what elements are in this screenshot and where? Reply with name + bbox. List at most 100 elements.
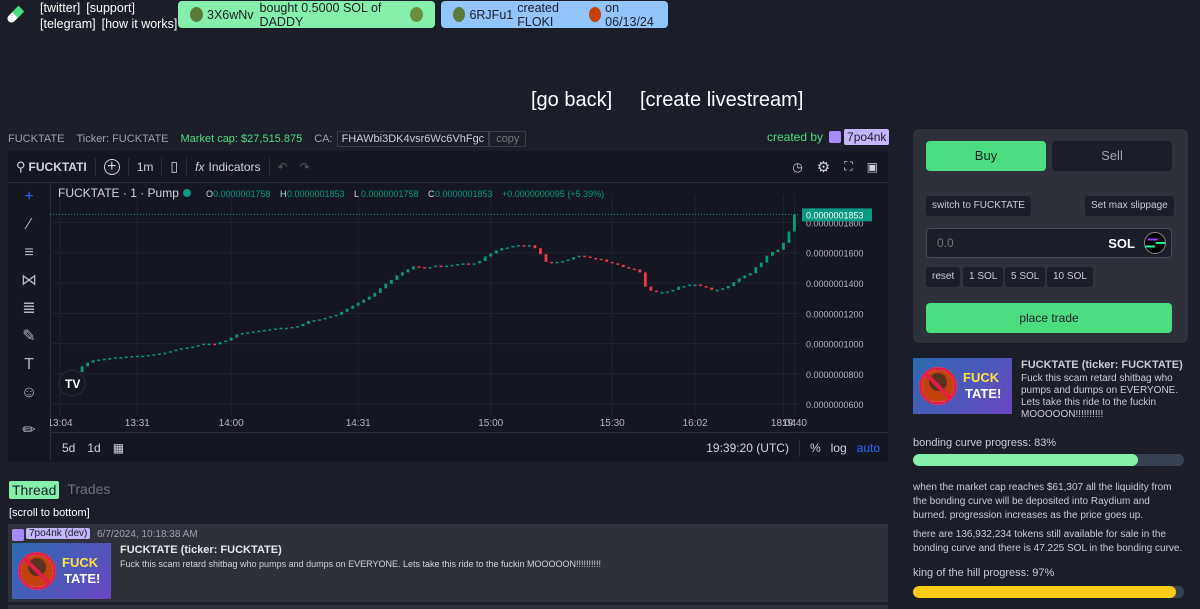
bonding-note-1: when the market cap reaches $61,307 all … [913, 482, 1172, 521]
place-trade-button[interactable]: place trade [926, 303, 1172, 333]
undo-icon[interactable]: ↶ [278, 160, 288, 174]
candle [671, 289, 675, 292]
candle [378, 288, 382, 293]
emoji-icon[interactable]: ☺ [8, 379, 50, 407]
symbol-search-icon[interactable]: ⚲ [16, 159, 26, 175]
post-user[interactable]: 7po4nk (dev) [26, 528, 91, 539]
chart-area[interactable]: 0.00000018000.00000016000.00000014000.00… [50, 183, 888, 432]
banner-user: 6RJFu1 [469, 7, 514, 22]
buy-activity-banner[interactable]: 3X6wNv bought 0.5000 SOL of DADDY [178, 0, 435, 29]
fib-icon[interactable]: ≡ [8, 239, 50, 267]
candle [544, 254, 548, 262]
camera-icon[interactable]: ▣ [867, 160, 878, 174]
how-it-works-link[interactable]: [how it works] [102, 17, 178, 31]
candle [102, 358, 106, 361]
scroll-to-bottom-link[interactable]: [scroll to bottom] [9, 507, 90, 519]
koth-bar [913, 586, 1184, 598]
preset-5-sol-button[interactable]: 5 SOL [1005, 267, 1046, 287]
candle [323, 317, 327, 320]
brush-icon[interactable]: ✎ [8, 323, 50, 351]
preset-1-sol-button[interactable]: 1 SOL [963, 267, 1004, 287]
amount-input[interactable] [935, 235, 1089, 251]
ruler-icon[interactable]: ✏ [8, 417, 50, 445]
amount-input-box[interactable]: SOL [926, 228, 1172, 258]
text-icon[interactable]: T [8, 351, 50, 379]
interval-button[interactable]: 1m [137, 160, 154, 174]
market-cap: Market cap: $27,515.875 [180, 133, 303, 145]
candle [682, 286, 686, 288]
y-tick-label: 0.0000001000 [806, 340, 864, 350]
projection-icon[interactable]: ≣ [8, 295, 50, 323]
crosshair-icon[interactable]: + [8, 183, 50, 211]
candle [511, 245, 515, 248]
candle [213, 343, 217, 346]
contract-address[interactable]: FHAWbi3DK4vsr6Wc6VhFgc [336, 131, 490, 147]
y-tick-label: 0.0000000600 [806, 400, 864, 410]
candle [97, 359, 101, 362]
redo-icon[interactable]: ↷ [300, 160, 310, 174]
pattern-icon[interactable]: ⋈ [8, 267, 50, 295]
copy-button[interactable]: copy [489, 131, 527, 147]
thread-post: 7po4nk (dev) 6/7/2024, 10:18:38 AM FUCK … [8, 524, 888, 602]
candle [345, 308, 349, 312]
max-slippage-button[interactable]: Set max slippage [1085, 196, 1174, 216]
chart-time: 19:39:20 (UTC) [706, 441, 789, 455]
banner-text: bought 0.5000 SOL of DADDY [259, 0, 382, 29]
add-symbol-icon[interactable]: + [103, 158, 120, 175]
percent-scale-button[interactable]: % [810, 441, 821, 455]
telegram-link[interactable]: [telegram] [40, 17, 96, 31]
tab-thread[interactable]: Thread [9, 481, 60, 499]
candle [434, 265, 437, 268]
candle [472, 263, 476, 265]
range-1d-button[interactable]: 1d [87, 441, 100, 455]
candle [296, 326, 299, 328]
y-tick-label: 0.0000001200 [806, 309, 864, 319]
pump-logo-icon[interactable] [4, 4, 26, 26]
x-tick-label: 15:30 [600, 418, 625, 429]
twitter-link[interactable]: [twitter] [40, 1, 80, 15]
thread-tabs: Thread Trades [9, 481, 110, 499]
settings-gear-icon[interactable]: ⚙ [817, 158, 830, 176]
candles-icon[interactable]: ▯ [170, 158, 178, 175]
ohlc-key: L [354, 189, 359, 199]
candle [412, 266, 415, 270]
candle [262, 329, 266, 332]
alert-icon[interactable]: ◷ [792, 160, 802, 174]
candle [528, 245, 531, 247]
candle [632, 268, 636, 271]
tab-trades[interactable]: Trades [67, 481, 110, 499]
candle [174, 349, 178, 352]
create-livestream-link[interactable]: [create livestream] [640, 89, 803, 112]
go-back-link[interactable]: [go back] [531, 89, 612, 112]
price-chart[interactable]: ⚲ FUCKTATI + 1m ▯ fx Indicators ↶ ↷ ◷ ⚙ … [8, 151, 888, 462]
preset-10-sol-button[interactable]: 10 SOL [1047, 267, 1093, 287]
date-range-icon[interactable]: ▦ [113, 441, 124, 455]
chart-symbol[interactable]: FUCKTATI [29, 160, 87, 174]
candle [688, 284, 691, 287]
candle [666, 291, 669, 293]
indicators-button[interactable]: Indicators [208, 160, 260, 174]
candle [423, 267, 426, 269]
candle [439, 265, 443, 268]
created-by-label: created by [767, 130, 824, 144]
switch-token-button[interactable]: switch to FUCKTATE [926, 196, 1031, 216]
log-scale-button[interactable]: log [831, 441, 847, 455]
range-5d-button[interactable]: 5d [62, 441, 75, 455]
ohlc-key: O [206, 189, 213, 199]
auto-scale-button[interactable]: auto [857, 441, 880, 455]
trendline-icon[interactable]: ∕ [8, 211, 50, 239]
support-link[interactable]: [support] [86, 1, 135, 15]
candle [273, 328, 277, 330]
create-activity-banner[interactable]: 6RJFu1 created FLOKI on 06/13/24 [441, 1, 668, 29]
candle [555, 261, 559, 264]
reset-button[interactable]: reset [926, 267, 961, 287]
sell-tab-button[interactable]: Sell [1052, 141, 1172, 171]
candle [362, 299, 366, 303]
candle [367, 296, 371, 300]
x-tick-label: 14:31 [346, 418, 371, 429]
fullscreen-icon[interactable]: ⛶ [844, 159, 852, 174]
candle [130, 356, 134, 358]
indicators-icon[interactable]: fx [195, 160, 204, 174]
buy-tab-button[interactable]: Buy [926, 141, 1046, 171]
creator-name[interactable]: 7po4nk [844, 129, 890, 145]
